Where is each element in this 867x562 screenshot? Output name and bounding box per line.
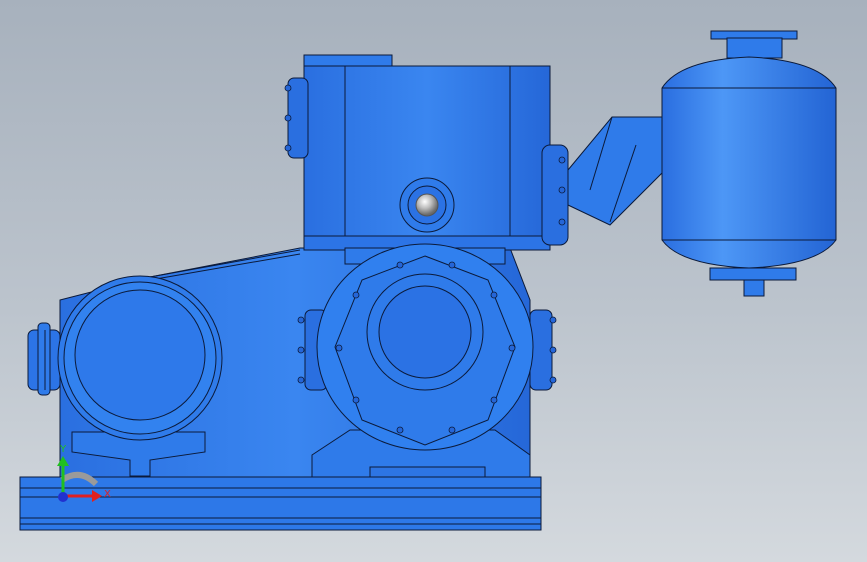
base-rail <box>19 476 542 531</box>
sight-glass <box>399 177 455 233</box>
triad-z-axis <box>58 492 68 502</box>
motor-end-cap <box>27 322 61 396</box>
triad-x-label: X <box>104 489 111 500</box>
pump-assembly-model[interactable]: X Y <box>0 0 867 562</box>
discharge-elbow <box>567 116 666 226</box>
cad-viewport[interactable]: X Y <box>0 0 867 562</box>
triad-y-label: Y <box>59 444 67 455</box>
motor-housing <box>57 275 223 441</box>
separator-tank <box>661 30 837 297</box>
